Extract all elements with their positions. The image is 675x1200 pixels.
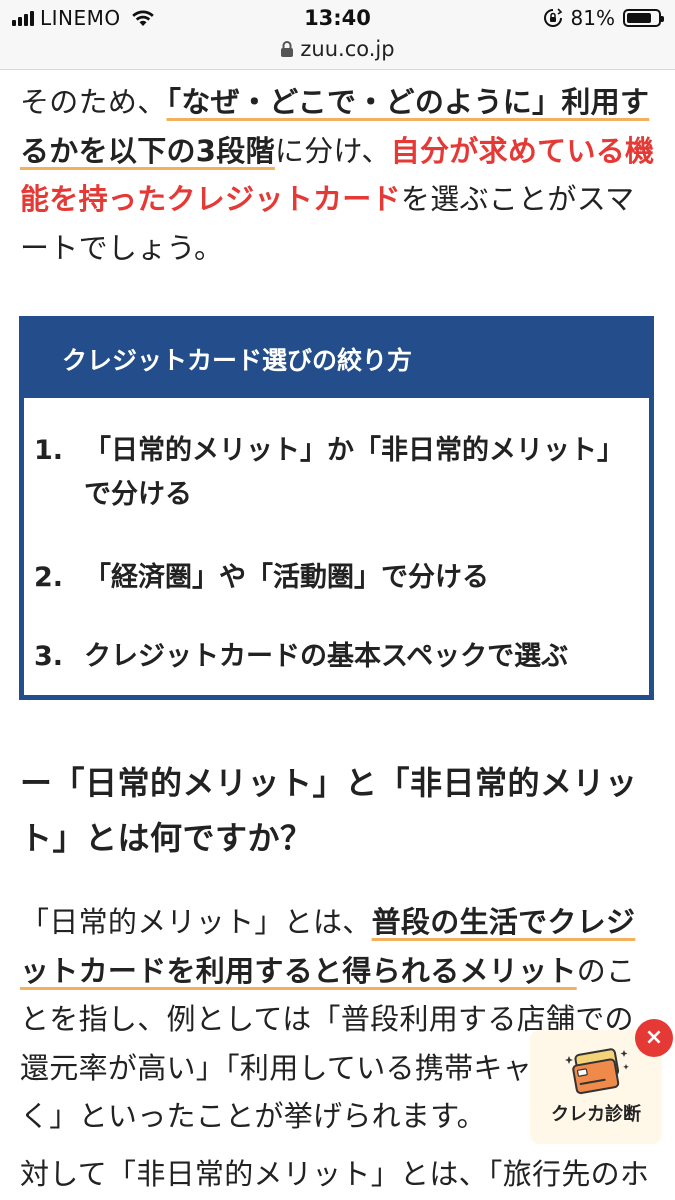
list-item: 1. 「日常的メリット」か「非日常的メリット」で分ける — [24, 429, 644, 517]
list-item-number: 3. — [34, 641, 64, 672]
battery-group: 81% — [543, 6, 664, 30]
battery-icon — [623, 9, 664, 27]
top-bar: LINEMO 13:40 81% zuu.co.jp — [0, 0, 675, 70]
section-heading: ー「日常的メリット」と「非日常的メリット」とは何ですか？ — [20, 764, 638, 857]
close-widget-button[interactable]: × — [635, 1019, 673, 1057]
intro-paragraph: そのため、「なぜ・どこで・どのように」利用するかを以下の3段階に分け、自分が求め… — [20, 78, 656, 272]
address-bar[interactable]: zuu.co.jp — [0, 34, 675, 64]
widget-label: クレカ診断 — [551, 1104, 641, 1125]
body-text-1: 「日常的メリット」とは、 — [20, 905, 372, 939]
intro-text-1: そのため、 — [20, 85, 167, 119]
list-item: 3. クレジットカードの基本スペックで選ぶ — [24, 635, 644, 679]
list-item: 2. 「経済圏」や「活動圏」で分ける — [24, 556, 644, 600]
battery-percent: 81% — [570, 6, 615, 30]
list-item-number: 1. — [34, 435, 64, 466]
battery-level — [627, 13, 652, 23]
lock-icon — [281, 40, 294, 57]
credit-card-icon — [565, 1048, 629, 1095]
list-item-text: 「日常的メリット」か「非日常的メリット」で分ける — [84, 435, 624, 510]
summary-box: クレジットカード選びの絞り方 1. 「日常的メリット」か「非日常的メリット」で分… — [19, 316, 654, 700]
orientation-lock-icon — [543, 8, 562, 27]
intro-text-2: に分け、 — [274, 133, 391, 168]
list-item-text: クレジットカードの基本スペックで選ぶ — [84, 641, 569, 672]
close-icon: × — [644, 1025, 664, 1050]
body-text-3: く」といったことが挙げられます。 — [20, 1099, 486, 1133]
list-item-text: 「経済圏」や「活動圏」で分ける — [84, 562, 489, 593]
next-paragraph: 対して「非日常的メリット」とは、「旅行先のホ — [20, 1157, 650, 1191]
url-text[interactable]: zuu.co.jp — [300, 37, 394, 61]
list-item-number: 2. — [34, 562, 64, 593]
status-bar: LINEMO 13:40 81% — [0, 0, 675, 36]
summary-box-title: クレジットカード選びの絞り方 — [24, 321, 649, 398]
